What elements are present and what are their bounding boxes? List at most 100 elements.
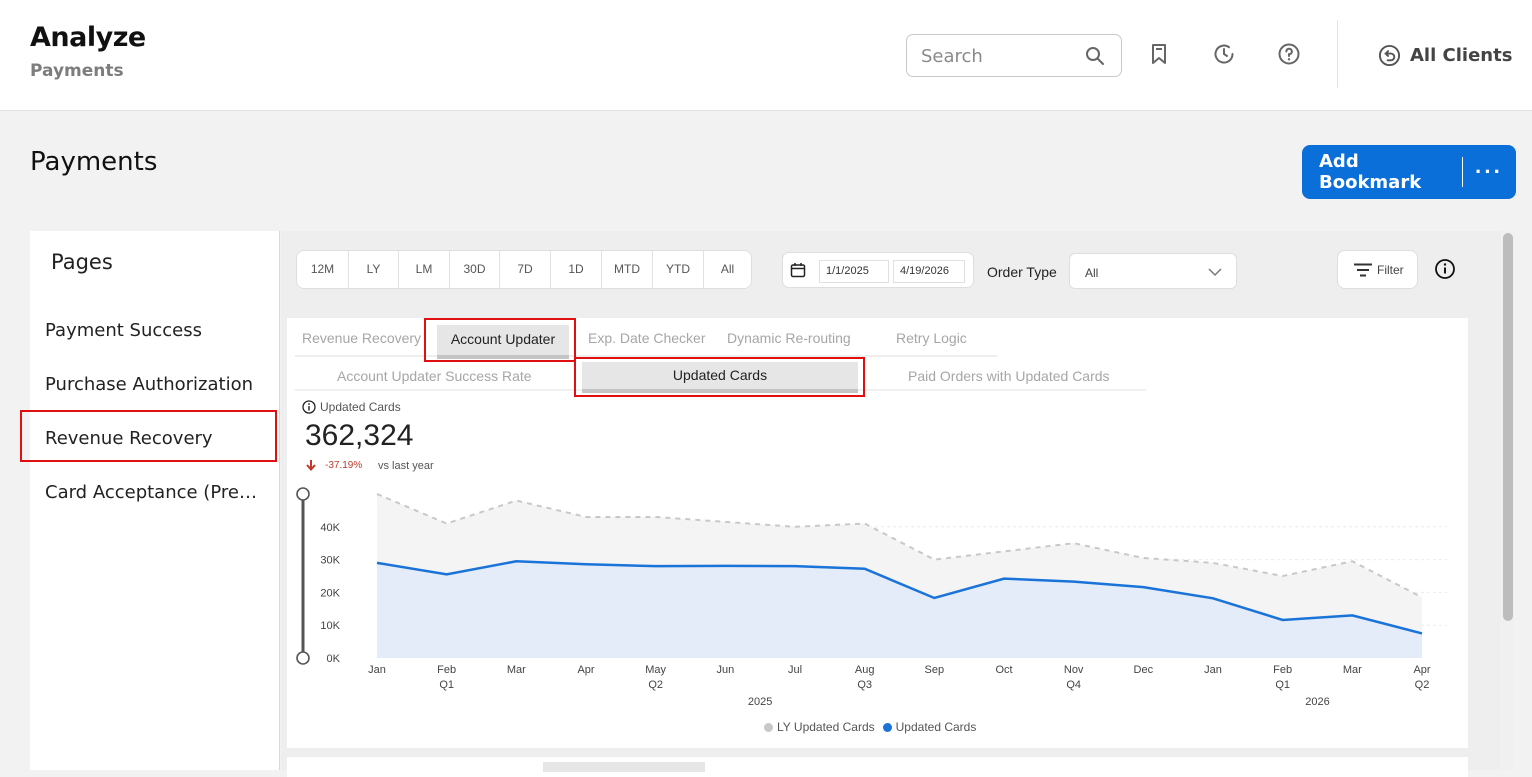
date-from-field[interactable]: 1/1/2025 [819, 260, 889, 283]
updated-cards-chart: 0K 10K 20K 30K 40K Jan Feb Q1 Mar Apr May Q2 Jun Jul… [296, 487, 1447, 708]
tab-account-updater-success-rate[interactable]: Account Updater Success Rate [337, 368, 532, 384]
legend-ly-marker [764, 722, 773, 732]
tab-dynamic-rerouting[interactable]: Dynamic Re-routing [727, 330, 851, 346]
x-tick-label: Dec [1134, 664, 1154, 676]
x-tick-label: Jul [788, 664, 802, 676]
y-tick-label: 30K [320, 555, 340, 567]
period-selector: 12M LY LM 30D 7D 1D MTD YTD All [296, 250, 752, 289]
filter-label: Filter [1377, 263, 1404, 277]
quarter-label: Q1 [1275, 679, 1290, 691]
more-options-button[interactable]: ··· [1463, 161, 1515, 183]
order-type-value: All [1085, 266, 1099, 280]
arrow-down-icon [306, 460, 316, 471]
page-title: Payments [30, 147, 158, 177]
primary-tabs: Revenue Recovery Account Updater Exp. Da… [295, 323, 997, 359]
legend-ly-label[interactable]: LY Updated Cards [777, 720, 875, 734]
bookmark-icon[interactable] [1147, 42, 1171, 66]
x-tick-label: Jan [1204, 664, 1222, 676]
quarter-label: Q4 [1066, 679, 1081, 691]
all-clients-button[interactable]: All Clients [1378, 42, 1512, 68]
search-input[interactable] [921, 43, 1081, 69]
period-all[interactable]: All [704, 251, 751, 288]
chevron-down-icon [1208, 268, 1222, 277]
x-tick-label: Sep [925, 664, 945, 676]
search-icon[interactable] [1085, 46, 1105, 66]
y-tick-label: 40K [320, 522, 340, 534]
period-mtd[interactable]: MTD [602, 251, 653, 288]
chart-legend: LY Updated Cards Updated Cards [764, 720, 976, 734]
undo-icon [1378, 44, 1401, 66]
x-tick-label: Jan [368, 664, 386, 676]
period-ytd[interactable]: YTD [653, 251, 704, 288]
year-label: 2025 [748, 696, 772, 708]
pages-sidebar: Pages Payment Success Purchase Authoriza… [30, 231, 280, 770]
sidebar-title: Pages [51, 250, 113, 274]
period-7d[interactable]: 7D [500, 251, 551, 288]
updated-cards-highlight [574, 357, 865, 397]
help-icon[interactable] [1277, 42, 1301, 66]
x-tick-label: May [645, 664, 666, 676]
tab-exp-date-checker[interactable]: Exp. Date Checker [588, 330, 706, 346]
quarter-label: Q3 [857, 679, 872, 691]
period-12m[interactable]: 12M [297, 251, 349, 288]
vertical-scrollbar[interactable] [1502, 231, 1514, 770]
period-1d[interactable]: 1D [551, 251, 602, 288]
year-label: 2026 [1305, 696, 1329, 708]
info-icon[interactable] [1434, 258, 1456, 280]
x-tick-label: Aug [855, 664, 875, 676]
date-range-picker: 1/1/2025 4/19/2026 [782, 252, 974, 288]
kpi-value: 362,324 [305, 419, 414, 452]
x-tick-label: Feb [1273, 664, 1292, 676]
app-header: Analyze Payments All Clients [0, 0, 1532, 111]
search-box[interactable] [906, 34, 1122, 77]
sidebar-selection-highlight [20, 410, 277, 462]
kpi-delta: -37.19% [325, 460, 363, 471]
account-updater-highlight [424, 318, 576, 362]
range-slider-bottom-handle[interactable] [296, 651, 310, 665]
kpi-title: Updated Cards [320, 400, 401, 414]
kpi-info-icon[interactable] [302, 400, 316, 414]
sidebar-item-payment-success[interactable]: Payment Success [45, 320, 273, 341]
filter-button[interactable]: Filter [1337, 250, 1418, 289]
kpi-comparison: vs last year [378, 460, 434, 472]
y-tick-label: 20K [320, 587, 340, 599]
x-tick-label: Jun [716, 664, 734, 676]
tab-revenue-recovery[interactable]: Revenue Recovery [302, 330, 421, 346]
order-type-dropdown[interactable]: All [1069, 253, 1237, 289]
order-type-label: Order Type [987, 264, 1057, 280]
y-tick-label: 0K [327, 653, 341, 665]
period-30d[interactable]: 30D [450, 251, 500, 288]
quarter-label: Q1 [439, 679, 454, 691]
quarter-label: Q2 [1415, 679, 1430, 691]
history-icon[interactable] [1212, 42, 1236, 66]
legend-current-marker [882, 722, 892, 732]
next-card [287, 757, 1468, 777]
add-bookmark-button[interactable]: Add Bookmark ··· [1302, 145, 1516, 199]
date-to-field[interactable]: 4/19/2026 [893, 260, 965, 283]
app-title: Analyze [30, 22, 146, 53]
x-tick-label: Oct [995, 664, 1012, 676]
filter-icon [1354, 263, 1372, 277]
scrollbar-thumb[interactable] [1503, 233, 1513, 621]
x-tick-label: Nov [1064, 664, 1084, 676]
sidebar-item-card-acceptance[interactable]: Card Acceptance (Preview) [45, 482, 263, 503]
period-lm[interactable]: LM [399, 251, 450, 288]
x-tick-label: Apr [1413, 664, 1430, 676]
sidebar-item-purchase-authorization[interactable]: Purchase Authorization [45, 374, 273, 395]
range-slider-top-handle[interactable] [296, 487, 310, 501]
add-bookmark-label: Add Bookmark [1319, 151, 1422, 193]
next-card-tab [543, 762, 705, 772]
app-subtitle: Payments [30, 61, 124, 81]
x-tick-label: Apr [577, 664, 594, 676]
tab-retry-logic[interactable]: Retry Logic [896, 330, 967, 346]
quarter-label: Q2 [648, 679, 663, 691]
period-ly[interactable]: LY [349, 251, 399, 288]
x-tick-label: Mar [507, 664, 526, 676]
legend-current-label[interactable]: Updated Cards [896, 720, 977, 734]
all-clients-label: All Clients [1410, 44, 1513, 66]
calendar-icon[interactable] [790, 262, 806, 278]
x-tick-label: Mar [1343, 664, 1362, 676]
x-tick-label: Feb [437, 664, 456, 676]
tab-paid-orders-updated-cards[interactable]: Paid Orders with Updated Cards [908, 368, 1110, 384]
y-tick-label: 10K [320, 620, 340, 632]
